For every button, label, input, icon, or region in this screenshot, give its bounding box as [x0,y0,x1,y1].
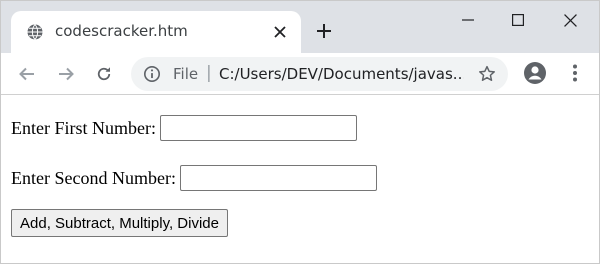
url-scheme-label: File [173,65,199,83]
reload-icon[interactable] [92,62,116,86]
address-bar[interactable]: File | C:/Users/DEV/Documents/javas... [131,57,508,91]
plus-icon[interactable] [312,19,336,43]
maximize-icon[interactable] [495,5,541,35]
account-icon[interactable] [523,61,547,85]
browser-tab[interactable]: codescracker.htm [11,11,301,53]
globe-icon [26,23,44,41]
browser-window: codescracker.htm File | C:/Users/DEV/Doc… [0,0,600,264]
page-content: Enter First Number: Enter Second Number:… [1,96,599,263]
url-separator: | [206,63,212,83]
url-text[interactable]: C:/Users/DEV/Documents/javas... [219,65,464,83]
minimize-icon[interactable] [445,5,491,35]
tab-title: codescracker.htm [55,22,188,40]
second-number-row: Enter Second Number: [11,165,377,191]
tab-strip: codescracker.htm [1,1,599,53]
close-icon[interactable] [547,5,593,35]
calculate-button[interactable]: Add, Subtract, Multiply, Divide [11,209,228,237]
browser-toolbar: File | C:/Users/DEV/Documents/javas... [1,53,599,95]
star-icon[interactable] [477,64,497,84]
arrow-right-icon[interactable] [54,62,78,86]
first-number-row: Enter First Number: [11,115,357,141]
second-number-label: Enter Second Number: [11,167,176,188]
first-number-input[interactable] [159,115,357,141]
info-icon[interactable] [143,65,161,83]
more-vert-icon[interactable] [563,61,587,85]
close-icon[interactable] [269,21,291,43]
first-number-label: Enter First Number: [11,117,156,138]
arrow-left-icon[interactable] [15,62,39,86]
second-number-input[interactable] [179,165,377,191]
